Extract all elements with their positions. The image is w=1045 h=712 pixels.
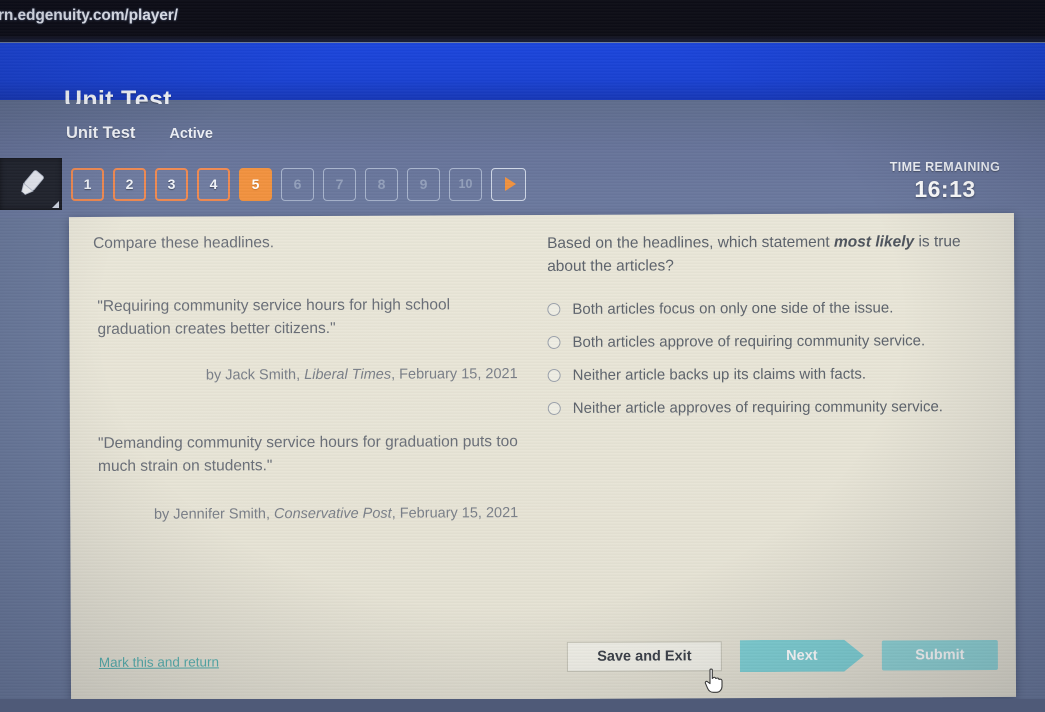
highlighter-tool-button[interactable] xyxy=(0,158,62,210)
question-nav-label: 5 xyxy=(251,176,260,192)
radio-button-icon[interactable] xyxy=(547,368,561,382)
byline-1-author: by Jack Smith, xyxy=(205,367,305,384)
question-nav-3[interactable]: 3 xyxy=(155,167,188,201)
url-bar-shadow xyxy=(0,36,1045,42)
question-nav-7[interactable]: 7 xyxy=(323,167,356,201)
question-nav-5[interactable]: 5 xyxy=(239,167,272,201)
question-nav-4[interactable]: 4 xyxy=(197,167,230,201)
question-nav-10[interactable]: 10 xyxy=(449,167,482,201)
panel-columns: Compare these headlines. "Requiring comm… xyxy=(69,213,1015,527)
question-nav-label: 3 xyxy=(167,176,176,192)
time-remaining: TIME REMAINING 16:13 xyxy=(865,160,1025,203)
question-panel: Compare these headlines. "Requiring comm… xyxy=(68,212,1017,702)
answer-option-label: Neither article approves of requiring co… xyxy=(572,397,943,417)
browser-url-bar[interactable]: rn.edgenuity.com/player/ xyxy=(0,0,1045,42)
question-text: Based on the headlines, which statement … xyxy=(547,230,1000,278)
question-emphasis: most likely xyxy=(833,233,915,251)
radio-button-icon[interactable] xyxy=(547,302,561,316)
radio-button-icon[interactable] xyxy=(547,335,561,349)
passage-intro: Compare these headlines. xyxy=(93,234,275,252)
question-nav-label: 6 xyxy=(293,176,302,192)
answer-option-4[interactable]: Neither article approves of requiring co… xyxy=(547,396,1001,419)
submit-button[interactable]: Submit xyxy=(881,640,998,671)
answer-options: Both articles focus on only one side of … xyxy=(547,297,1001,419)
question-nav-label: 9 xyxy=(419,176,428,192)
byline-1-publication: Liberal Times xyxy=(304,366,392,384)
assignment-meta: Unit Test Active xyxy=(66,124,213,143)
question-text-before: Based on the headlines, which statement xyxy=(547,233,835,252)
question-nav-2[interactable]: 2 xyxy=(113,167,146,201)
status-badge: Active xyxy=(169,126,213,142)
url-text[interactable]: rn.edgenuity.com/player/ xyxy=(0,7,178,25)
question-nav-1[interactable]: 1 xyxy=(71,167,104,201)
headline-2: "Demanding community service hours for g… xyxy=(97,432,518,476)
byline-2-author: by Jennifer Smith, xyxy=(153,506,275,523)
next-button[interactable]: Next xyxy=(740,640,864,673)
byline-1-date: , February 15, 2021 xyxy=(391,366,518,383)
question-nav-label: 7 xyxy=(335,176,344,192)
highlighter-icon xyxy=(21,170,44,196)
byline-2-publication: Conservative Post xyxy=(273,505,392,523)
mark-this-and-return-link[interactable]: Mark this and return xyxy=(99,654,219,670)
time-remaining-value: 16:13 xyxy=(914,176,976,202)
save-and-exit-button[interactable]: Save and Exit xyxy=(566,641,722,672)
radio-button-icon[interactable] xyxy=(547,401,561,415)
question-nav-9[interactable]: 9 xyxy=(407,167,440,201)
answer-option-2[interactable]: Both articles approve of requiring commu… xyxy=(547,330,1000,353)
answer-option-3[interactable]: Neither article backs up its claims with… xyxy=(547,363,1001,386)
next-question-button[interactable] xyxy=(491,167,526,201)
answer-option-label: Both articles focus on only one side of … xyxy=(572,298,894,318)
panel-footer: Mark this and return Save and Exit Next … xyxy=(71,639,1016,687)
question-nav: 1 2 3 4 5 6 7 8 9 10 xyxy=(0,158,526,210)
question-nav-label: 1 xyxy=(83,176,92,192)
assignment-name: Unit Test xyxy=(66,124,136,142)
action-buttons: Save and Exit Next Submit xyxy=(566,639,998,673)
question-nav-label: 8 xyxy=(377,176,386,192)
byline-2: by Jennifer Smith, Conservative Post, Fe… xyxy=(94,503,522,527)
question-nav-label: 10 xyxy=(458,176,473,191)
headline-1: "Requiring community service hours for h… xyxy=(97,296,451,339)
screen-bottom-edge xyxy=(0,699,1045,712)
answer-option-label: Both articles approve of requiring commu… xyxy=(572,331,926,351)
passage-column: Compare these headlines. "Requiring comm… xyxy=(69,215,540,527)
time-remaining-label: TIME REMAINING xyxy=(889,160,1001,174)
question-nav-8[interactable]: 8 xyxy=(365,167,398,201)
byline-1: by Jack Smith, Liberal Times, February 1… xyxy=(94,364,522,388)
screen: rn.edgenuity.com/player/ Unit Test Unit … xyxy=(0,0,1045,712)
question-column: Based on the headlines, which statement … xyxy=(539,213,1015,525)
question-nav-label: 4 xyxy=(209,176,218,192)
question-nav-6[interactable]: 6 xyxy=(281,167,314,201)
page-title: Unit Test xyxy=(64,86,172,104)
byline-2-date: , February 15, 2021 xyxy=(391,504,519,522)
question-nav-label: 2 xyxy=(125,176,134,192)
answer-option-1[interactable]: Both articles focus on only one side of … xyxy=(547,297,1000,320)
play-arrow-icon xyxy=(504,177,516,191)
answer-option-label: Neither article backs up its claims with… xyxy=(572,365,867,384)
